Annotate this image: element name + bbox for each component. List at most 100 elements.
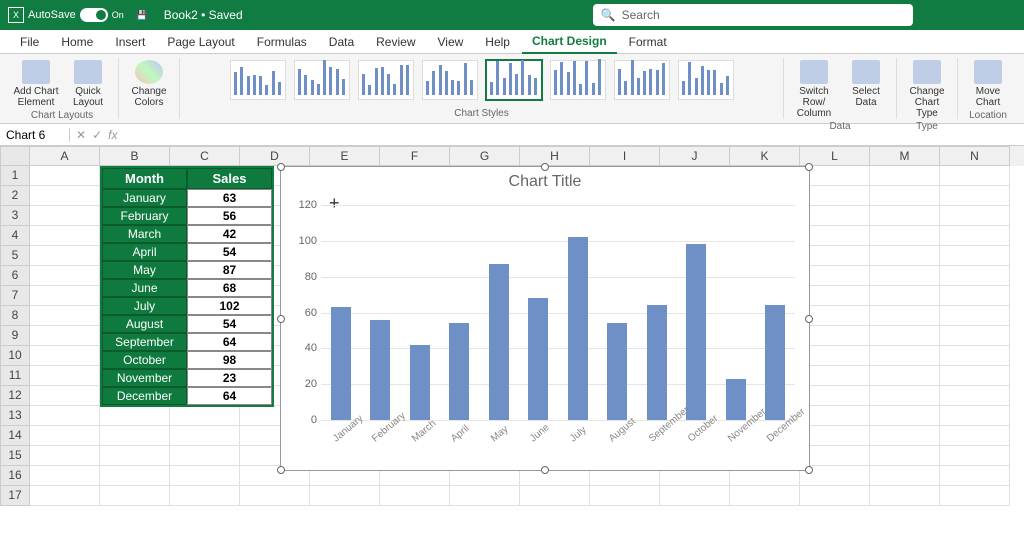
tab-help[interactable]: Help (475, 31, 520, 53)
cell[interactable] (940, 446, 1010, 466)
row-head[interactable]: 15 (0, 446, 30, 466)
sales-cell[interactable]: 68 (187, 279, 272, 297)
cell[interactable] (30, 206, 100, 226)
chart-plot-area[interactable]: 020406080100120 (321, 205, 795, 420)
cell[interactable] (940, 246, 1010, 266)
table-row[interactable]: October98 (102, 351, 272, 369)
col-head[interactable]: I (590, 146, 660, 166)
cell[interactable] (30, 246, 100, 266)
sales-cell[interactable]: 63 (187, 189, 272, 207)
cell[interactable] (100, 426, 170, 446)
cell[interactable] (940, 306, 1010, 326)
cell[interactable] (940, 466, 1010, 486)
sales-cell[interactable]: 54 (187, 315, 272, 333)
resize-handle[interactable] (541, 163, 549, 171)
cell[interactable] (870, 426, 940, 446)
chart-bar[interactable] (607, 323, 627, 420)
cell[interactable] (800, 346, 870, 366)
row-head[interactable]: 9 (0, 326, 30, 346)
resize-handle[interactable] (541, 466, 549, 474)
row-head[interactable]: 3 (0, 206, 30, 226)
row-head[interactable]: 5 (0, 246, 30, 266)
chart-style-thumb[interactable] (358, 60, 414, 100)
search-input[interactable]: 🔍 Search (593, 4, 913, 26)
table-row[interactable]: February56 (102, 207, 272, 225)
tab-chart-design[interactable]: Chart Design (522, 30, 617, 54)
chart-style-thumb[interactable] (486, 60, 542, 100)
cell[interactable] (30, 406, 100, 426)
sales-cell[interactable]: 23 (187, 369, 272, 387)
spreadsheet-grid[interactable]: ABCDEFGHIJKLMN 1234567891011121314151617… (0, 146, 1024, 536)
cell[interactable] (100, 406, 170, 426)
sales-cell[interactable]: 54 (187, 243, 272, 261)
cell[interactable] (30, 186, 100, 206)
cell[interactable] (940, 386, 1010, 406)
cell[interactable] (800, 426, 870, 446)
month-cell[interactable]: October (102, 351, 187, 369)
move-chart-button[interactable]: Move Chart (964, 58, 1012, 108)
cell[interactable] (800, 226, 870, 246)
cell[interactable] (940, 266, 1010, 286)
col-head[interactable]: H (520, 146, 590, 166)
cell[interactable] (870, 166, 940, 186)
cell[interactable] (520, 486, 590, 506)
cell[interactable] (870, 446, 940, 466)
tab-home[interactable]: Home (51, 31, 103, 53)
cell[interactable] (800, 446, 870, 466)
quick-layout-button[interactable]: Quick Layout (64, 58, 112, 108)
cell[interactable] (870, 326, 940, 346)
month-cell[interactable]: November (102, 369, 187, 387)
toggle-on-icon[interactable] (80, 8, 108, 22)
row-head[interactable]: 1 (0, 166, 30, 186)
cell[interactable] (800, 286, 870, 306)
month-cell[interactable]: July (102, 297, 187, 315)
col-head[interactable]: D (240, 146, 310, 166)
sales-cell[interactable]: 102 (187, 297, 272, 315)
chart-bar[interactable] (726, 379, 746, 420)
col-head[interactable]: K (730, 146, 800, 166)
cell[interactable] (170, 466, 240, 486)
row-head[interactable]: 13 (0, 406, 30, 426)
chart-bar[interactable] (410, 345, 430, 420)
table-header-month[interactable]: Month (102, 168, 187, 189)
cell[interactable] (310, 486, 380, 506)
switch-row-column-button[interactable]: Switch Row/ Column (790, 58, 838, 119)
chart-bar[interactable] (528, 298, 548, 420)
cell[interactable] (870, 366, 940, 386)
cell[interactable] (800, 406, 870, 426)
table-row[interactable]: November23 (102, 369, 272, 387)
select-data-button[interactable]: Select Data (842, 58, 890, 108)
resize-handle[interactable] (805, 466, 813, 474)
chart-bar[interactable] (647, 305, 667, 420)
row-head[interactable]: 8 (0, 306, 30, 326)
cell[interactable] (940, 206, 1010, 226)
cell[interactable] (940, 326, 1010, 346)
chart-style-thumb[interactable] (614, 60, 670, 100)
month-cell[interactable]: December (102, 387, 187, 405)
autosave-toggle[interactable]: AutoSave On (28, 8, 124, 22)
table-row[interactable]: August54 (102, 315, 272, 333)
resize-handle[interactable] (805, 315, 813, 323)
table-row[interactable]: September64 (102, 333, 272, 351)
month-cell[interactable]: April (102, 243, 187, 261)
cell[interactable] (800, 246, 870, 266)
cell[interactable] (30, 386, 100, 406)
cell[interactable] (100, 466, 170, 486)
cell[interactable] (870, 266, 940, 286)
sales-cell[interactable]: 64 (187, 333, 272, 351)
month-cell[interactable]: September (102, 333, 187, 351)
cell[interactable] (30, 486, 100, 506)
sales-cell[interactable]: 42 (187, 225, 272, 243)
add-chart-element-button[interactable]: Add Chart Element (12, 58, 60, 108)
cell[interactable] (30, 426, 100, 446)
chart-bar[interactable] (489, 264, 509, 420)
row-head[interactable]: 14 (0, 426, 30, 446)
change-colors-button[interactable]: Change Colors (125, 58, 173, 108)
table-header-sales[interactable]: Sales (187, 168, 272, 189)
col-head[interactable]: J (660, 146, 730, 166)
row-head[interactable]: 12 (0, 386, 30, 406)
cell[interactable] (240, 486, 310, 506)
cell[interactable] (30, 346, 100, 366)
cell[interactable] (870, 186, 940, 206)
sales-cell[interactable]: 64 (187, 387, 272, 405)
